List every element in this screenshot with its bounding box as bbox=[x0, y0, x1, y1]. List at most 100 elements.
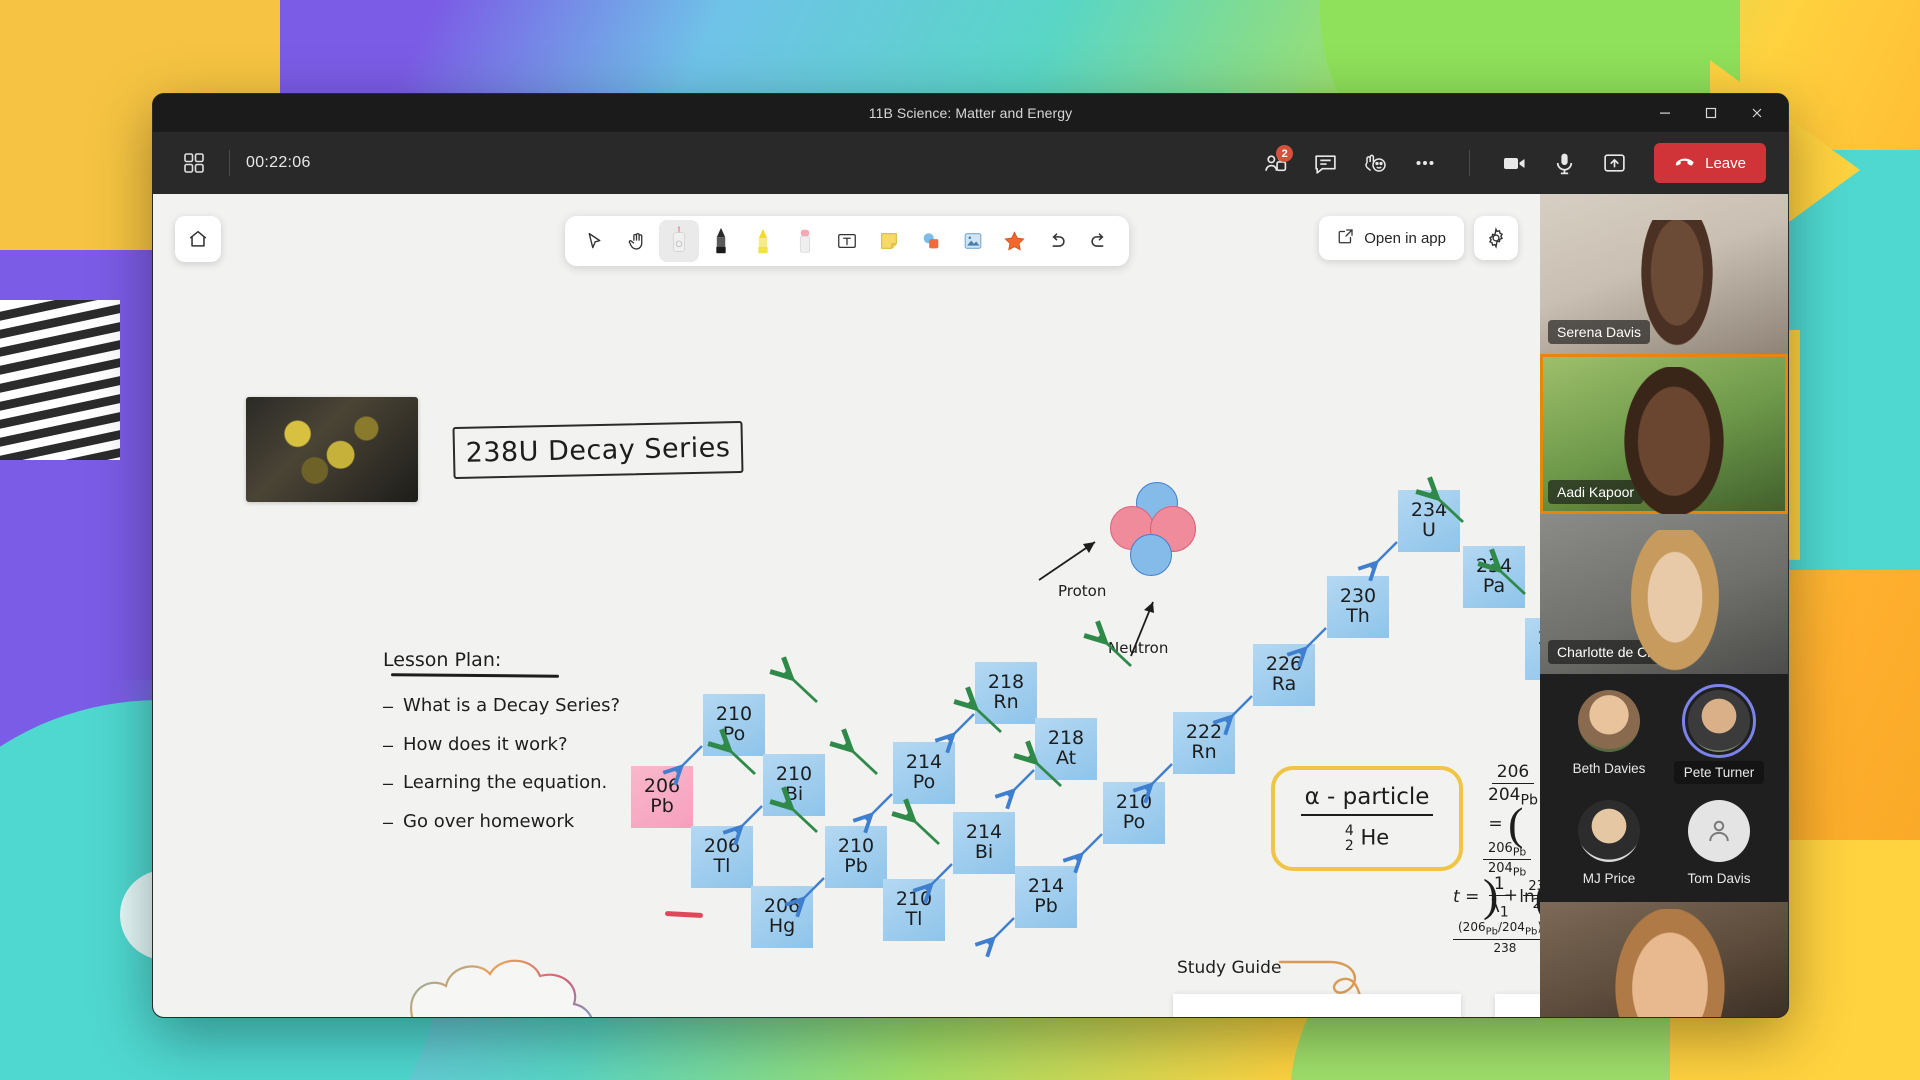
document-card-2[interactable]: P.11 Nuclear Decay Series / listing 234U… bbox=[1495, 994, 1540, 1017]
isotope-box-234-Pa[interactable]: 234 Pa bbox=[1463, 546, 1525, 608]
isotope-symbol: Bi bbox=[784, 783, 804, 805]
participant-avatar-cell[interactable]: Tom Davis bbox=[1664, 800, 1774, 886]
chat-icon[interactable] bbox=[1303, 143, 1347, 183]
isotope-box-234-Th[interactable]: 234Th bbox=[1525, 618, 1540, 680]
isotope-box-234-U[interactable]: 234 U bbox=[1398, 490, 1460, 552]
homework-heading: Homework: bbox=[416, 1016, 631, 1017]
bullet-dash: – bbox=[383, 696, 394, 716]
home-icon[interactable] bbox=[175, 216, 221, 262]
isotope-symbol: Rn bbox=[993, 691, 1019, 713]
black-marker-tool[interactable] bbox=[701, 220, 741, 262]
isotope-box-218-At[interactable]: 218 At bbox=[1035, 718, 1097, 780]
more-options-icon[interactable] bbox=[1403, 143, 1447, 183]
microphone-icon[interactable] bbox=[1542, 143, 1586, 183]
document-card-1[interactable]: P.11 Why is this coming to test? Viewfin… bbox=[1173, 994, 1461, 1017]
isotope-symbol: Pb bbox=[650, 795, 674, 817]
isotope-box-226-Ra[interactable]: 226 Ra bbox=[1253, 644, 1315, 706]
isotope-box-206-Pb[interactable]: 206 Pb bbox=[631, 766, 693, 828]
yellow-highlighter-tool[interactable] bbox=[743, 220, 783, 262]
red-pen-tool[interactable] bbox=[658, 220, 699, 262]
participant-avatar-cell[interactable]: Beth Davies bbox=[1554, 690, 1664, 784]
participant-name-label: Charlotte de Crum bbox=[1548, 640, 1681, 664]
participant-avatar-grid: Beth Davies Pete Turner MJ Price Tom Davis bbox=[1540, 674, 1788, 902]
participant-video-tile[interactable]: Serena Davis bbox=[1540, 194, 1788, 354]
select-tool[interactable] bbox=[575, 220, 615, 262]
whiteboard-canvas[interactable]: Open in app 238U Decay Series Lesson Pla… bbox=[153, 194, 1540, 1017]
participant-video-tiles: Serena Davis Aadi Kapoor Charlotte de Crum bbox=[1540, 194, 1788, 674]
participant-avatar-cell[interactable]: MJ Price bbox=[1554, 800, 1664, 886]
lesson-plan-heading: Lesson Plan: bbox=[383, 649, 502, 671]
pan-tool[interactable] bbox=[617, 220, 657, 262]
people-icon[interactable]: 2 bbox=[1253, 143, 1297, 183]
redo-button[interactable] bbox=[1079, 220, 1119, 262]
camera-icon[interactable] bbox=[1492, 143, 1536, 183]
participant-video-tile[interactable]: Charlotte de Crum bbox=[1540, 514, 1788, 674]
external-link-icon bbox=[1337, 227, 1355, 249]
teams-meeting-window: 11B Science: Matter and Energy 00:22:06 bbox=[152, 93, 1789, 1018]
helium-atomic-number: 2 bbox=[1344, 837, 1354, 854]
avatar bbox=[1578, 800, 1640, 862]
isotope-box-218-Rn[interactable]: 218 Rn bbox=[975, 662, 1037, 724]
minimize-button[interactable] bbox=[1642, 94, 1688, 132]
neutron-label: Neutron bbox=[1108, 639, 1169, 657]
isotope-box-222-Rn[interactable]: 222 Rn bbox=[1173, 712, 1235, 774]
study-guide-documents: P.11 Why is this coming to test? Viewfin… bbox=[1173, 994, 1540, 1017]
close-button[interactable] bbox=[1734, 94, 1780, 132]
participant-name-label: MJ Price bbox=[1582, 871, 1636, 886]
shapes-tool[interactable] bbox=[911, 220, 951, 262]
isotope-box-214-Bi[interactable]: 214 Bi bbox=[953, 812, 1015, 874]
maximize-button[interactable] bbox=[1688, 94, 1734, 132]
homework-cloud: Homework: Pages 13-16 in your text book.… bbox=[368, 954, 668, 1017]
isotope-box-206-Tl[interactable]: 206 Tl bbox=[691, 826, 753, 888]
isotope-box-210-Po[interactable]: 210 Po bbox=[703, 694, 765, 756]
isotope-box-210-Bi[interactable]: 210 Bi bbox=[763, 754, 825, 816]
isotope-box-214-Po[interactable]: 214 Po bbox=[893, 742, 955, 804]
isotope-box-206-Hg[interactable]: 206 Hg bbox=[751, 886, 813, 948]
isotope-box-210-Tl[interactable]: 210 Tl bbox=[883, 879, 945, 941]
participant-name-label: Aadi Kapoor bbox=[1548, 480, 1644, 504]
leave-button[interactable]: Leave bbox=[1654, 143, 1766, 183]
lesson-plan-item-label-highlighted: How does it work? bbox=[399, 733, 575, 761]
isotope-box-214-Pb[interactable]: 214 Pb bbox=[1015, 866, 1077, 928]
participant-name-label: Serena Davis bbox=[1548, 320, 1651, 344]
lesson-plan-item-label: What is a Decay Series? bbox=[403, 695, 621, 716]
gear-icon[interactable] bbox=[1474, 216, 1518, 260]
uranium-ore-image[interactable] bbox=[246, 397, 418, 502]
sticky-note-tool[interactable] bbox=[869, 220, 909, 262]
undo-button[interactable] bbox=[1037, 220, 1077, 262]
participant-name-label: Pete Turner bbox=[1673, 761, 1765, 784]
eraser-tool[interactable] bbox=[785, 220, 825, 262]
isotope-symbol: Po bbox=[722, 723, 746, 745]
whiteboard-actions: Open in app bbox=[1319, 216, 1518, 260]
isotope-symbol: Po bbox=[1122, 811, 1146, 833]
open-in-app-button[interactable]: Open in app bbox=[1319, 216, 1464, 260]
lesson-plan-block: Lesson Plan: – What is a Decay Series? –… bbox=[383, 649, 633, 849]
participant-video-bottom[interactable] bbox=[1540, 902, 1788, 1017]
meeting-title: 11B Science: Matter and Energy bbox=[868, 105, 1073, 121]
meeting-content: Open in app 238U Decay Series Lesson Pla… bbox=[153, 194, 1788, 1017]
star-sticker-tool[interactable] bbox=[995, 220, 1035, 262]
image-tool[interactable] bbox=[953, 220, 993, 262]
participant-avatar-cell[interactable]: Pete Turner bbox=[1664, 684, 1774, 784]
text-box-tool[interactable] bbox=[827, 220, 867, 262]
participant-name-label: Tom Davis bbox=[1687, 871, 1751, 886]
grid-view-icon[interactable] bbox=[175, 144, 213, 182]
bullet-dash: – bbox=[383, 811, 394, 832]
meeting-toolbar-actions: 2 Leave bbox=[1253, 143, 1766, 183]
share-screen-icon[interactable] bbox=[1592, 143, 1636, 183]
participant-video-tile[interactable]: Aadi Kapoor bbox=[1540, 354, 1788, 514]
isotope-box-230-Th[interactable]: 230 Th bbox=[1327, 576, 1389, 638]
isotope-symbol: Rn bbox=[1191, 741, 1217, 763]
reactions-icon[interactable] bbox=[1353, 143, 1397, 183]
lesson-plan-item-1: – What is a Decay Series? bbox=[383, 695, 633, 718]
lesson-plan-item-2: – How does it work? bbox=[383, 733, 633, 761]
isotope-symbol: Bi bbox=[974, 841, 994, 863]
isotope-box-210-Pb[interactable]: 210 Pb bbox=[825, 826, 887, 888]
participant-name-label: Beth Davies bbox=[1572, 761, 1646, 776]
age-equation: t = 1λ1 ln( (206Pb/204Pb) – 238 bbox=[1453, 874, 1540, 955]
leave-button-label: Leave bbox=[1705, 154, 1746, 172]
bullet-dash: – bbox=[383, 773, 394, 793]
helium-symbol: He bbox=[1360, 825, 1390, 850]
isotope-symbol: Pa bbox=[1482, 575, 1506, 597]
isotope-box-210-Po[interactable]: 210 Po bbox=[1103, 782, 1165, 844]
